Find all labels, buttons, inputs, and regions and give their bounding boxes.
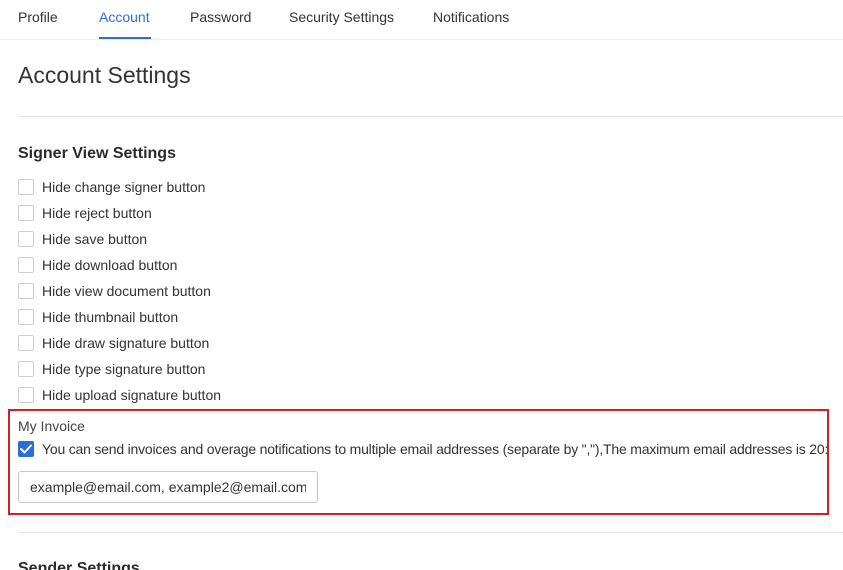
option-hide-reject[interactable]: Hide reject button (18, 204, 152, 222)
invoice-emails-input[interactable] (18, 471, 318, 503)
option-label: You can send invoices and overage notifi… (42, 441, 829, 457)
tab-notifications[interactable]: Notifications (433, 9, 509, 25)
option-label: Hide draw signature button (42, 335, 210, 351)
option-label: Hide change signer button (42, 179, 206, 195)
checkbox[interactable] (18, 361, 34, 377)
checkbox[interactable] (18, 387, 34, 403)
page-title: Account Settings (18, 62, 191, 88)
checkbox[interactable] (18, 179, 34, 195)
option-label: Hide view document button (42, 283, 211, 299)
checkbox[interactable] (18, 309, 34, 325)
tab-password[interactable]: Password (190, 9, 251, 25)
my-invoice-label: My Invoice (18, 418, 85, 434)
option-hide-type-signature[interactable]: Hide type signature button (18, 360, 205, 378)
checkbox[interactable] (18, 283, 34, 299)
tab-profile[interactable]: Profile (18, 9, 58, 25)
sender-settings-title: Sender Settings (18, 560, 140, 570)
option-hide-upload-signature[interactable]: Hide upload signature button (18, 386, 221, 404)
divider (18, 532, 843, 533)
checkmark-icon (20, 444, 32, 454)
tab-bar: Profile Account Password Security Settin… (0, 0, 843, 40)
option-label: Hide save button (42, 231, 148, 247)
checkbox[interactable] (18, 231, 34, 247)
tab-security-settings[interactable]: Security Settings (289, 9, 394, 25)
active-tab-indicator (99, 37, 151, 39)
option-label: Hide type signature button (42, 361, 206, 377)
option-hide-view-document[interactable]: Hide view document button (18, 282, 211, 300)
tab-account[interactable]: Account (99, 9, 150, 25)
option-hide-thumbnail[interactable]: Hide thumbnail button (18, 308, 178, 326)
option-hide-save[interactable]: Hide save button (18, 230, 147, 248)
option-label: Hide thumbnail button (42, 309, 179, 325)
option-hide-download[interactable]: Hide download button (18, 256, 177, 274)
signer-view-settings-title: Signer View Settings (18, 145, 176, 162)
option-label: Hide reject button (42, 205, 152, 221)
option-label: Hide upload signature button (42, 387, 222, 403)
option-hide-draw-signature[interactable]: Hide draw signature button (18, 334, 209, 352)
checkbox[interactable] (18, 257, 34, 273)
checkbox[interactable] (18, 205, 34, 221)
option-hide-change-signer[interactable]: Hide change signer button (18, 178, 205, 196)
option-multiple-invoice-emails[interactable]: You can send invoices and overage notifi… (18, 440, 828, 458)
option-label: Hide download button (42, 257, 178, 273)
checkbox-checked[interactable] (18, 441, 34, 457)
divider (18, 116, 843, 117)
checkbox[interactable] (18, 335, 34, 351)
